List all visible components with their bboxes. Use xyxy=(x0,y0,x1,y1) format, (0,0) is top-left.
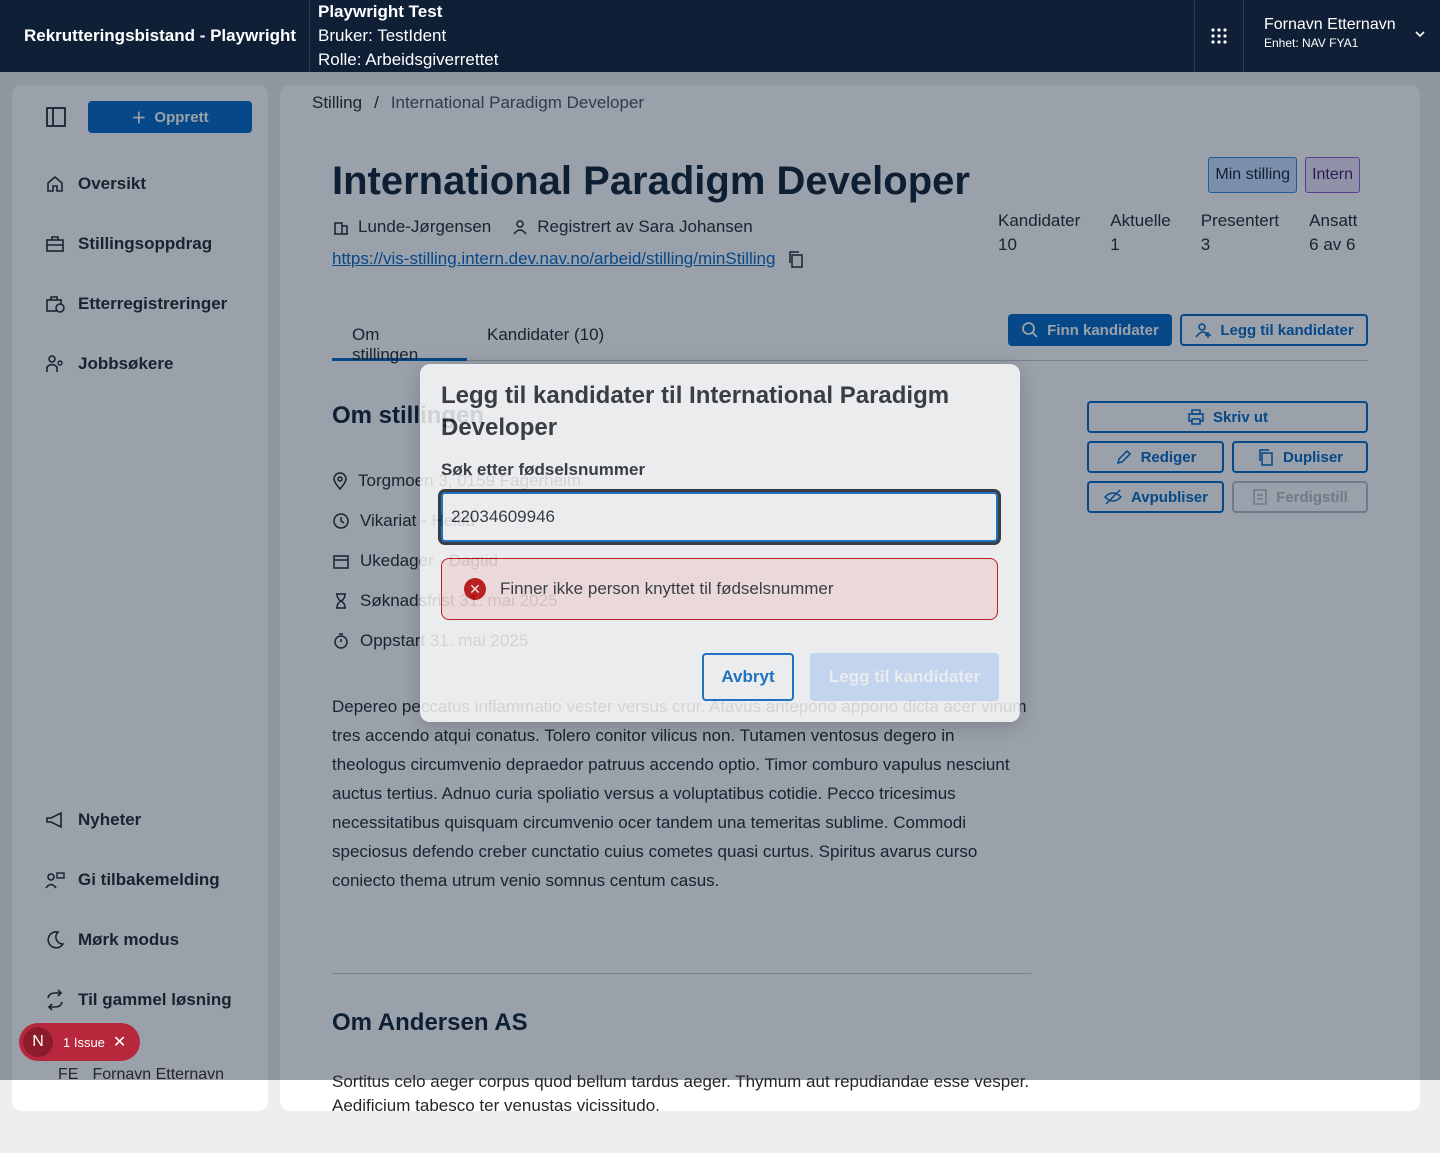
user-menu-button[interactable]: Fornavn Etternavn Enhet: NAV FYA1 xyxy=(1244,0,1440,72)
test-role: Rolle: Arbeidsgiverrettet xyxy=(318,50,499,69)
employer-text: Sortitus celo aeger corpus quod bellum t… xyxy=(332,1072,1030,1115)
issues-count: 1 Issue xyxy=(63,1034,105,1050)
error-text: Finner ikke person knyttet til fødselsnu… xyxy=(500,579,834,598)
error-icon: ✕ xyxy=(464,578,486,600)
error-message: ✕ Finner ikke person knyttet til fødsels… xyxy=(441,558,998,620)
test-user: Bruker: TestIdent xyxy=(318,26,447,45)
modal-title: Legg til kandidater til International Pa… xyxy=(441,382,950,441)
submit-add-button[interactable]: Legg til kandidater xyxy=(810,653,999,701)
sidebar-user[interactable]: FE Fornavn Etternavn xyxy=(58,1066,224,1084)
cancel-button[interactable]: Avbryt xyxy=(702,653,794,701)
user-initials: FE xyxy=(58,1066,79,1083)
dev-issues-badge[interactable]: N 1 Issue ✕ xyxy=(19,1023,140,1061)
close-icon[interactable]: ✕ xyxy=(113,1032,126,1052)
grid-icon xyxy=(1211,28,1227,44)
chevron-down-icon xyxy=(1415,31,1425,38)
fnr-input[interactable]: 22034609946 xyxy=(441,492,998,542)
sidebar-user-name: Fornavn Etternavn xyxy=(92,1066,225,1083)
dev-logo-icon: N xyxy=(23,1027,53,1057)
apps-menu-button[interactable] xyxy=(1194,0,1244,72)
fnr-field-label: Søk etter fødselsnummer xyxy=(441,460,646,479)
app-title[interactable]: Rekrutteringsbistand - Playwright xyxy=(0,0,310,72)
add-candidates-modal: Legg til kandidater til International Pa… xyxy=(420,364,1020,722)
test-info: Playwright Test Bruker: TestIdent Rolle:… xyxy=(310,0,1194,72)
test-title: Playwright Test xyxy=(318,2,443,21)
top-header: Rekrutteringsbistand - Playwright Playwr… xyxy=(0,0,1440,72)
